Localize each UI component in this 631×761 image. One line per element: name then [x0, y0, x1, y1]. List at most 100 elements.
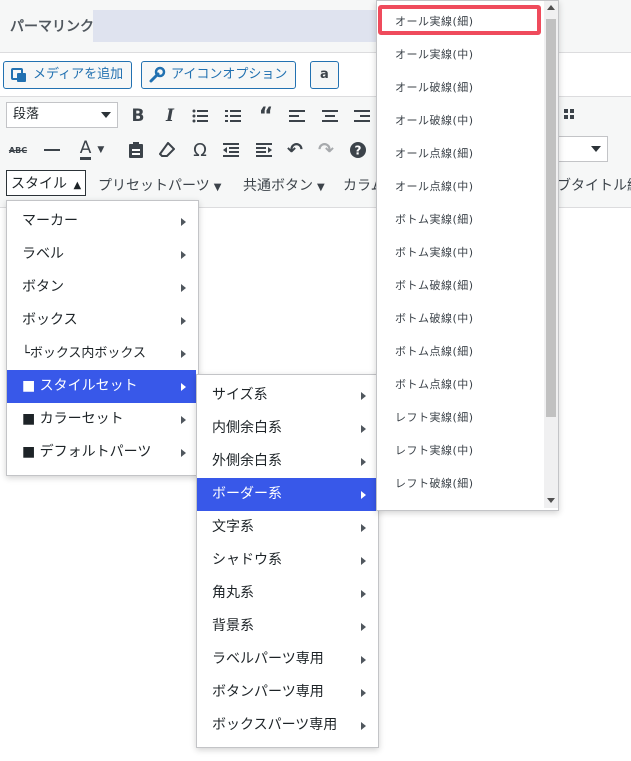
outdent-icon	[223, 143, 239, 157]
menu-item-label: シャドウ系	[212, 552, 282, 568]
outdent-button[interactable]	[217, 136, 245, 164]
undo-button[interactable]: ↶	[281, 136, 309, 164]
chevron-right-icon	[361, 656, 366, 664]
menu-item-label: レフト破線(細)	[395, 477, 474, 490]
bold-button[interactable]: B	[124, 102, 152, 130]
chevron-right-icon	[181, 284, 186, 292]
menu-item-all-dashed-medium[interactable]: オール破線(中)	[377, 104, 542, 137]
menu-item-bottom-dashed-thin[interactable]: ボトム破線(細)	[377, 269, 542, 302]
menu-item-left-solid-medium[interactable]: レフト実線(中)	[377, 434, 542, 467]
menu-item-background[interactable]: 背景系	[197, 610, 376, 643]
align-left-button[interactable]	[283, 102, 311, 130]
menu-item-label: ボックスパーツ専用	[212, 717, 338, 733]
menu-item-label: ボトム点線(中)	[395, 378, 474, 391]
chevron-down-icon: ▼	[97, 145, 105, 155]
permalink-label: パーマリンク:	[10, 19, 100, 35]
menu-item-box-in-box[interactable]: └ボックス内ボックス	[7, 337, 196, 370]
menu-item-all-solid-medium[interactable]: オール実線(中)	[377, 38, 542, 71]
menu-item-bottom-solid-thin[interactable]: ボトム実線(細)	[377, 203, 542, 236]
menu-item-label: ■ カラーセット	[22, 411, 124, 427]
numbered-list-button[interactable]	[219, 102, 247, 130]
clear-format-button[interactable]	[153, 136, 181, 164]
align-center-button[interactable]	[316, 102, 344, 130]
menu-item-border[interactable]: ボーダー系	[197, 478, 376, 511]
menu-item-label: 背景系	[212, 618, 254, 634]
menu-item-label: サイズ系	[212, 387, 268, 403]
align-right-icon	[354, 110, 370, 122]
common-buttons-menu-button[interactable]: 共通ボタン ▼	[243, 175, 325, 195]
format-select[interactable]: 段落	[6, 102, 118, 128]
special-character-button[interactable]: Ω	[186, 136, 214, 164]
undo-icon: ↶	[287, 139, 303, 161]
menu-item-label: ボックス	[22, 312, 78, 328]
menu-item-bottom-dotted-medium[interactable]: ボトム点線(中)	[377, 368, 542, 401]
amazon-button[interactable]: a	[310, 61, 339, 89]
chevron-right-icon	[361, 689, 366, 697]
chevron-right-icon	[361, 722, 366, 730]
style-menu-label: スタイル	[11, 176, 67, 192]
menu-item-bottom-dashed-medium[interactable]: ボトム破線(中)	[377, 302, 542, 335]
menu-item-size[interactable]: サイズ系	[197, 379, 376, 412]
redo-button[interactable]: ↷	[312, 136, 340, 164]
italic-button[interactable]: I	[156, 102, 184, 130]
menu-item-bottom-dotted-thin[interactable]: ボトム点線(細)	[377, 335, 542, 368]
blockquote-button[interactable]: “	[252, 102, 280, 130]
preset-parts-menu-button[interactable]: プリセットパーツ ▼	[98, 175, 221, 195]
menu-item-label: オール実線(中)	[395, 48, 474, 61]
menu-item-bottom-solid-medium[interactable]: ボトム実線(中)	[377, 236, 542, 269]
menu-item-box[interactable]: ボックス	[7, 304, 196, 337]
menu-item-padding[interactable]: 内側余白系	[197, 412, 376, 445]
menu-item-label: ■ デフォルトパーツ	[22, 444, 152, 460]
menu-item-label: 文字系	[212, 519, 254, 535]
bold-icon: B	[131, 106, 145, 126]
menu-item-button-parts-only[interactable]: ボタンパーツ専用	[197, 676, 376, 709]
more-toolbar-button[interactable]	[556, 102, 584, 130]
menu-item-shadow[interactable]: シャドウ系	[197, 544, 376, 577]
scroll-down-icon[interactable]	[547, 498, 555, 503]
menu-item-left-dashed-thin[interactable]: レフト破線(細)	[377, 467, 542, 500]
scroll-up-icon[interactable]	[547, 5, 555, 10]
icon-options-button[interactable]: アイコンオプション	[141, 61, 297, 89]
toolbar-toggle-icon	[564, 109, 574, 119]
align-right-button[interactable]	[348, 102, 376, 130]
indent-button[interactable]	[250, 136, 278, 164]
border-submenu: オール実線(細) オール実線(中) オール破線(細) オール破線(中) オール点…	[376, 0, 559, 511]
menu-item-all-dotted-thin[interactable]: オール点線(細)	[377, 137, 542, 170]
help-button[interactable]: ?	[344, 136, 372, 164]
menu-item-label: ボトム破線(細)	[395, 279, 474, 292]
chevron-up-icon: ▲	[73, 180, 82, 191]
paste-text-button[interactable]	[122, 136, 150, 164]
subtitle-menu-button[interactable]: ブタイトル編	[557, 175, 631, 195]
add-media-button[interactable]: メディアを追加	[3, 61, 133, 89]
strikethrough-button[interactable]: ABC	[4, 136, 32, 164]
omega-icon: Ω	[193, 139, 207, 161]
menu-item-box-parts-only[interactable]: ボックスパーツ専用	[197, 709, 376, 742]
chevron-right-icon	[181, 449, 186, 457]
menu-item-marker[interactable]: マーカー	[7, 205, 196, 238]
menu-item-label-parts-only[interactable]: ラベルパーツ専用	[197, 643, 376, 676]
menu-item-color-set[interactable]: ■ カラーセット	[7, 403, 196, 436]
bullet-list-button[interactable]	[186, 102, 214, 130]
menu-item-radius[interactable]: 角丸系	[197, 577, 376, 610]
chevron-right-icon	[181, 383, 186, 391]
scrollbar-thumb[interactable]	[546, 19, 556, 417]
menu-scrollbar[interactable]	[544, 1, 558, 508]
menu-item-button-parts[interactable]: ボタン	[7, 271, 196, 304]
permalink-url[interactable]	[93, 10, 383, 42]
redo-icon: ↷	[318, 139, 334, 161]
menu-item-label-parts[interactable]: ラベル	[7, 238, 196, 271]
text-color-button[interactable]: A ▼	[70, 136, 114, 164]
common-buttons-label: 共通ボタン	[243, 178, 313, 194]
menu-item-style-set[interactable]: ■ スタイルセット	[7, 370, 196, 403]
horizontal-rule-button[interactable]	[38, 136, 66, 164]
menu-item-all-dashed-thin[interactable]: オール破線(細)	[377, 71, 542, 104]
menu-item-label: レフト実線(細)	[395, 411, 474, 424]
menu-item-left-solid-thin[interactable]: レフト実線(細)	[377, 401, 542, 434]
menu-item-margin[interactable]: 外側余白系	[197, 445, 376, 478]
menu-item-default-parts[interactable]: ■ デフォルトパーツ	[7, 436, 196, 469]
menu-item-all-dotted-medium[interactable]: オール点線(中)	[377, 170, 542, 203]
indent-icon	[256, 143, 272, 157]
menu-item-label: └ボックス内ボックス	[22, 346, 147, 361]
style-menu-button[interactable]: スタイル ▲	[6, 170, 87, 196]
menu-item-text[interactable]: 文字系	[197, 511, 376, 544]
